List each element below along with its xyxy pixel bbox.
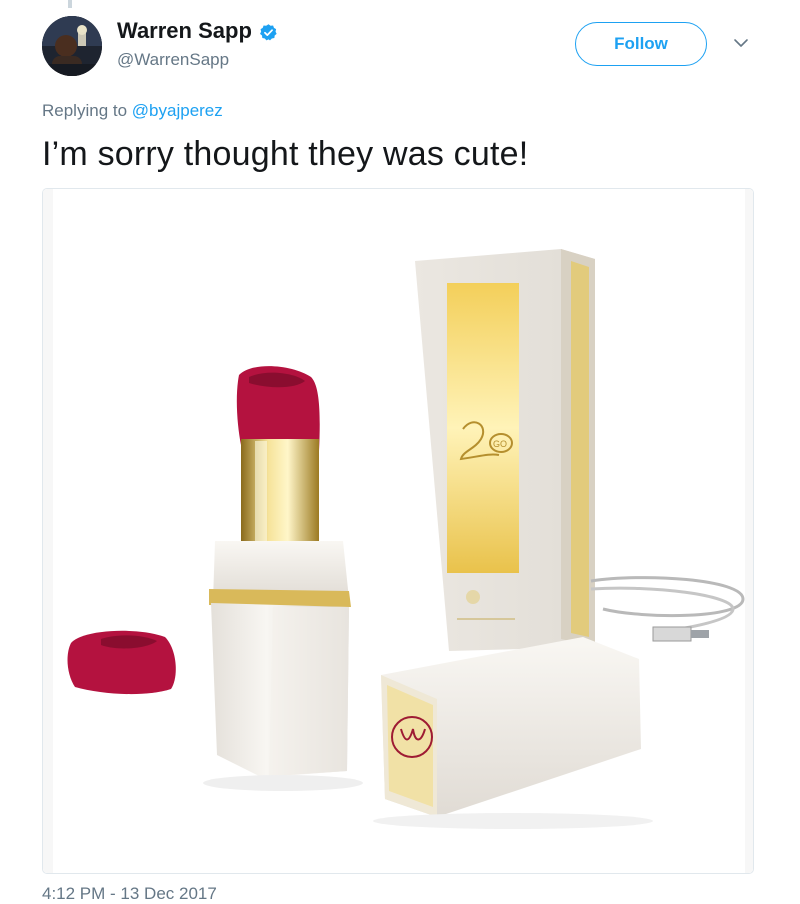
tweet-text: I’m sorry thought they was cute! <box>42 135 529 173</box>
avatar[interactable] <box>42 16 102 76</box>
verified-badge-icon <box>259 22 278 41</box>
tweet-media-image[interactable]: GO <box>42 188 754 874</box>
replying-to-prefix: Replying to <box>42 101 128 120</box>
replying-to-mention-link[interactable]: @byajperez <box>132 101 223 120</box>
thread-connector-line <box>68 0 72 8</box>
follow-button[interactable]: Follow <box>575 22 707 66</box>
author-handle[interactable]: @WarrenSapp <box>117 50 229 70</box>
chevron-down-icon[interactable] <box>732 36 750 50</box>
author-display-name-row[interactable]: Warren Sapp <box>117 18 278 44</box>
replying-to: Replying to @byajperez <box>42 101 223 121</box>
tweet-timestamp[interactable]: 4:12 PM - 13 Dec 2017 <box>42 884 217 904</box>
author-display-name[interactable]: Warren Sapp <box>117 18 252 44</box>
svg-text:GO: GO <box>493 439 507 449</box>
